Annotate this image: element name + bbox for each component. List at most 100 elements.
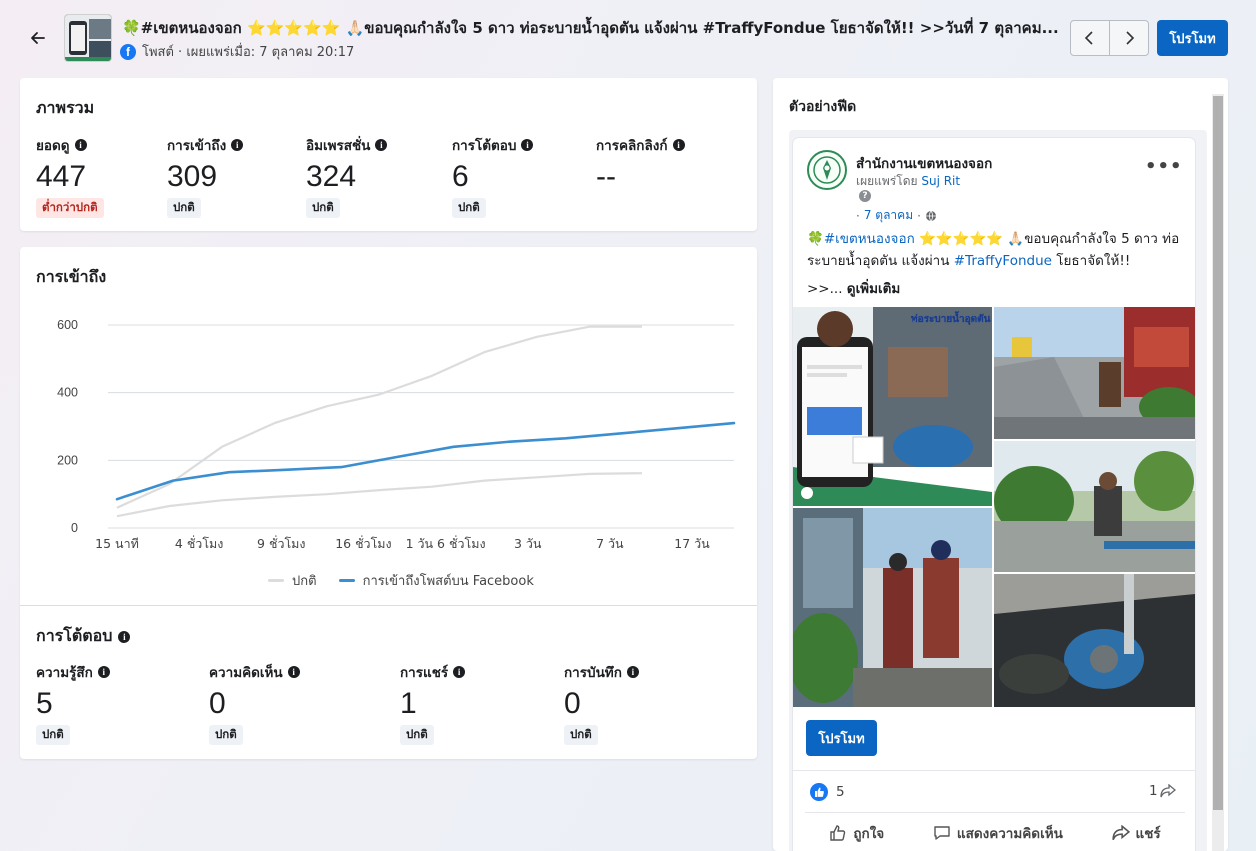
metric-value: 309 xyxy=(167,160,218,193)
feed-preview-card: ตัวอย่างฟีด สำนักงานเขตหนองจอก เผยแพร่โด… xyxy=(773,78,1228,851)
status-badge: ปกติ xyxy=(400,725,434,745)
hashtag[interactable]: #เขตหนองจอก xyxy=(824,231,915,247)
chevron-left-icon xyxy=(1084,31,1093,45)
post-text: 🍀#เขตหนองจอก ⭐⭐⭐⭐⭐ 🙏🏻ขอบคุณกำลังใจ 5 ดาว… xyxy=(807,231,1180,269)
share-icon xyxy=(1111,824,1130,840)
metric-reach: การเข้าถึง i 309 ปกติ xyxy=(167,134,244,218)
overview-card: ภาพรวม ยอดดู i 447 ต่ำกว่าปกติ การเข้าถึง… xyxy=(20,78,757,231)
back-arrow-icon[interactable] xyxy=(26,26,50,50)
metric-value: -- xyxy=(596,160,616,193)
x-tick-label: 15 นาที xyxy=(95,536,139,551)
x-tick-label: 16 ชั่วโมง xyxy=(335,535,391,551)
see-more-link[interactable]: ดูเพิ่มเติม xyxy=(847,281,900,297)
share-button[interactable]: แชร์ xyxy=(1111,822,1161,844)
x-tick-label: 7 วัน xyxy=(596,536,624,551)
post-meta-text: โพสต์ · เผยแพร่เมื่อ: 7 ตุลาคม 20:17 xyxy=(142,45,355,60)
post-photos[interactable]: ท่อระบายน้ำอุดตัน โยธาจัดให้เต็มที่ !! xyxy=(793,307,1195,707)
metric-value: 0 xyxy=(209,687,226,720)
metric-value: 1 xyxy=(400,687,417,720)
feed-preview-title: ตัวอย่างฟีด xyxy=(789,99,857,115)
y-tick-label: 600 xyxy=(57,318,78,332)
info-icon[interactable]: i xyxy=(521,139,534,151)
see-more: >>... ดูเพิ่มเติม xyxy=(807,281,901,297)
info-icon[interactable]: i xyxy=(375,139,388,151)
post-meta: f โพสต์ · เผยแพร่เมื่อ: 7 ตุลาคม 20:17 xyxy=(120,41,354,62)
chart-legend: ปกติ การเข้าถึงโพสต์บน Facebook xyxy=(268,570,534,591)
page-name[interactable]: สำนักงานเขตหนองจอก xyxy=(856,152,992,174)
header: 🍀#เขตหนองจอก ⭐⭐⭐⭐⭐ 🙏🏻ขอบคุณกำลังใจ 5 ดาว… xyxy=(0,0,1256,76)
status-badge: ปกติ xyxy=(452,198,486,218)
promote-button[interactable]: โปรโมท xyxy=(1157,20,1228,56)
globe-icon xyxy=(925,210,936,221)
legend-item-facebook-reach[interactable]: การเข้าถึงโพสต์บน Facebook xyxy=(338,570,534,591)
status-badge: ปกติ xyxy=(209,725,243,745)
publisher-name[interactable]: Suj Rit xyxy=(921,174,960,188)
bangkok-seal-icon xyxy=(813,156,841,184)
next-post-button[interactable] xyxy=(1109,20,1149,56)
feed-post: สำนักงานเขตหนองจอก เผยแพร่โดย Suj Rit ? … xyxy=(789,130,1207,851)
info-icon[interactable]: i xyxy=(74,139,87,151)
photo-caption: ท่อระบายน้ำอุดตัน โยธาจัดให้เต็มที่ !! xyxy=(911,311,992,325)
status-badge: ปกติ xyxy=(36,725,70,745)
post-card: สำนักงานเขตหนองจอก เผยแพร่โดย Suj Rit ? … xyxy=(793,138,1195,851)
status-badge: ต่ำกว่าปกติ xyxy=(36,198,104,218)
like-reaction-icon xyxy=(810,783,828,801)
share-count[interactable]: 1 xyxy=(1149,783,1176,799)
photo-officials[interactable] xyxy=(793,508,992,707)
photo-pump[interactable] xyxy=(994,574,1195,707)
comment-icon xyxy=(934,825,950,840)
metric-value: 5 xyxy=(36,687,53,720)
info-icon[interactable]: i xyxy=(453,666,466,678)
reach-chart: 0 200 400 600 15 นาที 4 ชั่วโมง 9 ชั่วโมง 16 ชั… xyxy=(57,318,736,551)
reaction-count[interactable]: 5 xyxy=(810,783,845,801)
reactions-bar: 5 1 xyxy=(793,770,1195,810)
metric-comments: ความคิดเห็น i 0 ปกติ xyxy=(209,661,300,745)
info-icon[interactable]: i xyxy=(118,630,131,643)
metric-engagements: การโต้ตอบ i 6 ปกติ xyxy=(452,134,534,218)
status-badge: ปกติ xyxy=(564,725,598,745)
y-tick-label: 400 xyxy=(57,386,78,400)
metric-impressions: อิมเพรสชั่น i 324 ปกติ xyxy=(306,134,388,218)
thumbs-up-icon xyxy=(830,824,846,841)
metric-value: 447 xyxy=(36,160,87,193)
facebook-icon: f xyxy=(120,43,136,60)
x-tick-label: 17 วัน xyxy=(674,536,710,551)
legend-item-normal[interactable]: ปกติ xyxy=(268,570,317,591)
info-icon[interactable]: i xyxy=(287,666,300,678)
reach-card: การเข้าถึง 0 200 400 600 15 นาที 4 ชั่วโมง 9 ช… xyxy=(20,247,757,759)
comment-button[interactable]: แสดงความคิดเห็น xyxy=(933,822,1063,844)
scrollbar[interactable] xyxy=(1212,94,1224,851)
status-badge: ปกติ xyxy=(306,198,340,218)
more-options-icon[interactable]: ••• xyxy=(1145,156,1183,177)
legend-swatch xyxy=(268,579,284,582)
info-icon[interactable]: i xyxy=(626,666,639,678)
help-icon[interactable]: ? xyxy=(859,190,871,202)
divider xyxy=(20,605,757,606)
hashtag[interactable]: #TraffyFondue xyxy=(954,253,1052,269)
metric-value: 6 xyxy=(452,160,469,193)
like-button[interactable]: ถูกใจ xyxy=(829,822,884,844)
info-icon[interactable]: i xyxy=(231,139,244,151)
metric-reactions: ความรู้สึก i 5 ปกติ xyxy=(36,661,110,745)
published-by: เผยแพร่โดย Suj Rit xyxy=(856,174,961,188)
scrollbar-thumb[interactable] xyxy=(1213,96,1223,810)
promote-post-button[interactable]: โปรโมท xyxy=(806,720,877,756)
metric-value: 324 xyxy=(306,160,357,193)
overview-title: ภาพรวม xyxy=(36,98,95,117)
normal-range-line xyxy=(116,325,642,509)
info-icon[interactable]: i xyxy=(672,139,685,151)
y-tick-label: 200 xyxy=(57,453,78,467)
info-icon[interactable]: i xyxy=(97,666,110,678)
x-tick-label: 9 ชั่วโมง xyxy=(257,535,306,551)
photo-worker[interactable] xyxy=(994,441,1195,572)
x-tick-label: 1 วัน 6 ชั่วโมง xyxy=(406,535,486,551)
status-badge: ปกติ xyxy=(167,198,201,218)
photo-promo[interactable]: ท่อระบายน้ำอุดตัน โยธาจัดให้เต็มที่ !! xyxy=(793,307,992,506)
metric-shares: การแชร์ i 1 ปกติ xyxy=(400,661,466,745)
x-tick-label: 3 วัน xyxy=(514,536,542,551)
previous-post-button[interactable] xyxy=(1070,20,1110,56)
interactions-title: การโต้ตอบ i xyxy=(36,624,131,649)
metric-saves: การบันทึก i 0 ปกติ xyxy=(564,661,639,745)
photo-street-1[interactable] xyxy=(994,307,1195,439)
page-avatar[interactable] xyxy=(807,150,847,190)
